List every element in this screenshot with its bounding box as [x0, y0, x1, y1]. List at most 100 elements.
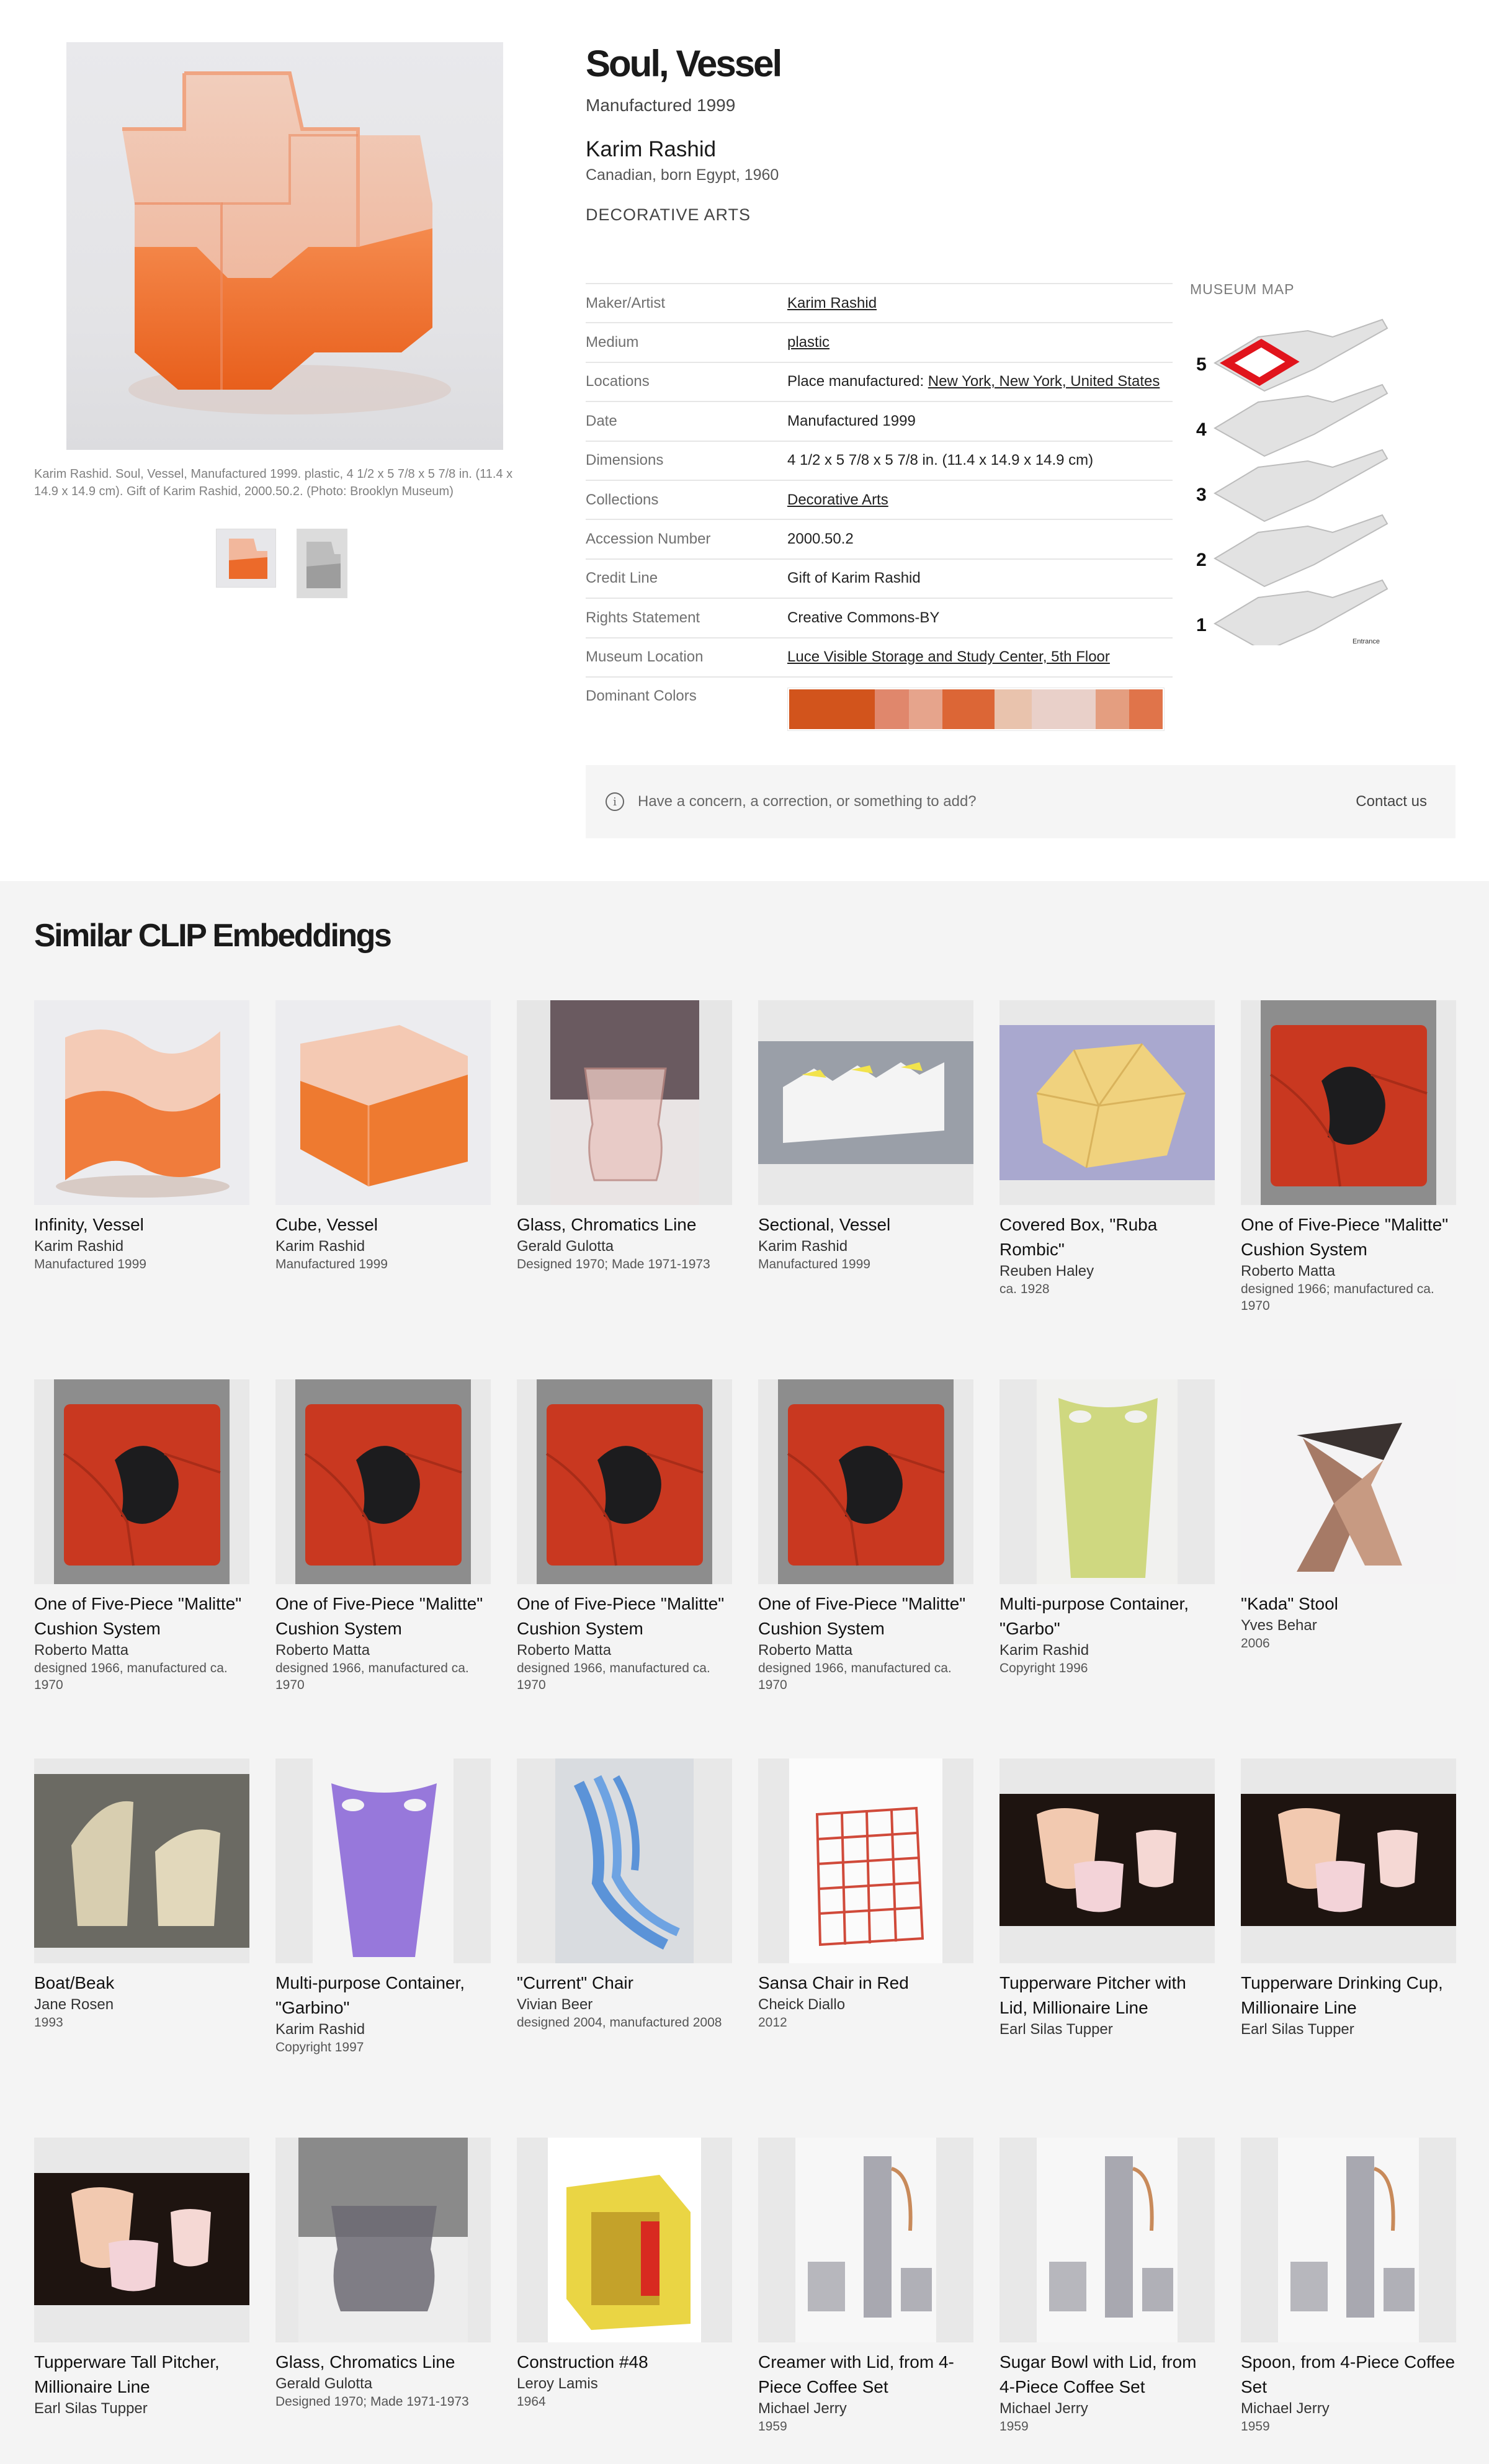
- similar-card[interactable]: Boat/Beak Jane Rosen 1993: [34, 1758, 249, 2031]
- similar-card[interactable]: Glass, Chromatics Line Gerald Gulotta Desi…: [517, 1000, 732, 1273]
- similar-card[interactable]: Multi-purpose Container, "Garbino" Karim …: [275, 1758, 491, 2056]
- similar-card-title[interactable]: Tupperware Drinking Cup, Millionaire Lin…: [1241, 1971, 1456, 2020]
- thumbnail-2[interactable]: [297, 529, 347, 598]
- similar-card-image[interactable]: [1241, 1000, 1456, 1205]
- similar-card-title[interactable]: Sectional, Vessel: [758, 1212, 973, 1237]
- similar-card-image[interactable]: [758, 1758, 973, 1963]
- info-icon: i: [606, 792, 624, 811]
- similar-card-title[interactable]: Spoon, from 4-Piece Coffee Set: [1241, 2350, 1456, 2399]
- similar-card-image[interactable]: [758, 1000, 973, 1205]
- similar-card-image[interactable]: [1241, 1758, 1456, 1963]
- similar-card[interactable]: Covered Box, "Ruba Rombic" Reuben Haley ca…: [999, 1000, 1215, 1297]
- similar-card-image[interactable]: [1241, 2138, 1456, 2342]
- similar-card[interactable]: Construction #48 Leroy Lamis 1964: [517, 2138, 732, 2410]
- floor-4[interactable]: 4: [1196, 383, 1388, 457]
- similar-card-image[interactable]: [34, 1758, 249, 1963]
- similar-card[interactable]: Multi-purpose Container, "Garbo" Karim Ra…: [999, 1379, 1215, 1677]
- similar-card-title[interactable]: One of Five-Piece "Malitte" Cushion Syst…: [1241, 1212, 1456, 1262]
- similar-card-title[interactable]: Cube, Vessel: [275, 1212, 491, 1237]
- similar-card[interactable]: "Kada" Stool Yves Behar 2006: [1241, 1379, 1456, 1652]
- floor-3[interactable]: 3: [1196, 449, 1388, 522]
- similar-card-date: 1959: [999, 2419, 1029, 2434]
- similar-card-title[interactable]: Construction #48: [517, 2350, 732, 2375]
- similar-card-title[interactable]: Creamer with Lid, from 4-Piece Coffee Se…: [758, 2350, 973, 2399]
- similar-card-title[interactable]: "Current" Chair: [517, 1971, 732, 1996]
- main-object-image[interactable]: [66, 42, 503, 450]
- similar-card[interactable]: Tupperware Tall Pitcher, Millionaire Lin…: [34, 2138, 249, 2418]
- similar-card-image[interactable]: [999, 1379, 1215, 1584]
- similar-card[interactable]: Tupperware Pitcher with Lid, Millionaire…: [999, 1758, 1215, 2039]
- similar-card-image[interactable]: [517, 2138, 732, 2342]
- similar-card-title[interactable]: Multi-purpose Container, "Garbo": [999, 1592, 1215, 1641]
- similar-card-title[interactable]: Infinity, Vessel: [34, 1212, 249, 1237]
- similar-card[interactable]: Sansa Chair in Red Cheick Diallo 2012: [758, 1758, 973, 2031]
- similar-card-image[interactable]: [517, 1379, 732, 1584]
- similar-card-date: Designed 1970; Made 1971-1973: [275, 2395, 469, 2409]
- similar-card-title[interactable]: Multi-purpose Container, "Garbino": [275, 1971, 491, 2020]
- color-swatch: [908, 689, 942, 729]
- similar-card-title[interactable]: "Kada" Stool: [1241, 1592, 1456, 1616]
- similar-card-title[interactable]: Glass, Chromatics Line: [517, 1212, 732, 1237]
- color-swatch: [875, 689, 909, 729]
- similar-card-image[interactable]: [275, 2138, 491, 2342]
- similar-card-image[interactable]: [999, 2138, 1215, 2342]
- floor-5[interactable]: 5: [1196, 318, 1388, 392]
- maker-link[interactable]: Karim Rashid: [787, 295, 877, 312]
- similar-card-image[interactable]: [758, 1379, 973, 1584]
- similar-card-title[interactable]: Sansa Chair in Red: [758, 1971, 973, 1996]
- similar-card-image[interactable]: [34, 2138, 249, 2342]
- similar-card[interactable]: Creamer with Lid, from 4-Piece Coffee Se…: [758, 2138, 973, 2435]
- similar-card[interactable]: Spoon, from 4-Piece Coffee Set Michael Je…: [1241, 2138, 1456, 2435]
- similar-card-image[interactable]: [758, 2138, 973, 2342]
- similar-card-image[interactable]: [275, 1379, 491, 1584]
- similar-card-image[interactable]: [517, 1758, 732, 1963]
- similar-card-artist: Karim Rashid: [999, 1642, 1089, 1659]
- similar-card-title[interactable]: One of Five-Piece "Malitte" Cushion Syst…: [275, 1592, 491, 1641]
- similar-card-title[interactable]: Covered Box, "Ruba Rombic": [999, 1212, 1215, 1262]
- similar-card-image[interactable]: [999, 1758, 1215, 1963]
- similar-card[interactable]: One of Five-Piece "Malitte" Cushion Syst…: [275, 1379, 491, 1693]
- floor-1[interactable]: 1 Entrance: [1196, 579, 1388, 653]
- similar-card-title[interactable]: Boat/Beak: [34, 1971, 249, 1996]
- similar-card[interactable]: Infinity, Vessel Karim Rashid Manufactured…: [34, 1000, 249, 1273]
- similar-card-title[interactable]: Glass, Chromatics Line: [275, 2350, 491, 2375]
- similar-card-title[interactable]: Sugar Bowl with Lid, from 4-Piece Coffee…: [999, 2350, 1215, 2399]
- similar-card[interactable]: Sectional, Vessel Karim Rashid Manufacture…: [758, 1000, 973, 1273]
- similar-card-title[interactable]: One of Five-Piece "Malitte" Cushion Syst…: [517, 1592, 732, 1641]
- similar-card-image[interactable]: [275, 1758, 491, 1963]
- similar-card-image[interactable]: [517, 1000, 732, 1205]
- similar-card-image[interactable]: [34, 1000, 249, 1205]
- similar-card-artist: Gerald Gulotta: [517, 1238, 614, 1255]
- similar-card[interactable]: One of Five-Piece "Malitte" Cushion Syst…: [517, 1379, 732, 1693]
- similar-card-title[interactable]: One of Five-Piece "Malitte" Cushion Syst…: [34, 1592, 249, 1641]
- medium-link[interactable]: plastic: [787, 334, 829, 351]
- similar-card-image[interactable]: [999, 1000, 1215, 1205]
- similar-card[interactable]: "Current" Chair Vivian Beer designed 2004,…: [517, 1758, 732, 2031]
- similar-card-title[interactable]: Tupperware Pitcher with Lid, Millionaire…: [999, 1971, 1215, 2020]
- thumbnail-1[interactable]: [216, 529, 276, 588]
- similar-card[interactable]: Tupperware Drinking Cup, Millionaire Lin…: [1241, 1758, 1456, 2039]
- similar-card-image[interactable]: [34, 1379, 249, 1584]
- similar-card[interactable]: One of Five-Piece "Malitte" Cushion Syst…: [1241, 1000, 1456, 1314]
- similar-card-image[interactable]: [275, 1000, 491, 1205]
- similar-card-illustration: [275, 1000, 491, 1205]
- similar-card[interactable]: Glass, Chromatics Line Gerald Gulotta Desi…: [275, 2138, 491, 2410]
- floor-number: 1: [1196, 615, 1207, 635]
- similar-card[interactable]: One of Five-Piece "Malitte" Cushion Syst…: [758, 1379, 973, 1693]
- contact-us-link[interactable]: Contact us: [1356, 793, 1427, 810]
- similar-card[interactable]: Sugar Bowl with Lid, from 4-Piece Coffee…: [999, 2138, 1215, 2435]
- similar-card-image[interactable]: [1241, 1379, 1456, 1584]
- similar-card-title[interactable]: Tupperware Tall Pitcher, Millionaire Lin…: [34, 2350, 249, 2399]
- similar-card[interactable]: One of Five-Piece "Malitte" Cushion Syst…: [34, 1379, 249, 1693]
- similar-card[interactable]: Cube, Vessel Karim Rashid Manufactured 199…: [275, 1000, 491, 1273]
- artist-name: Karim Rashid: [586, 137, 717, 161]
- similar-card-title[interactable]: One of Five-Piece "Malitte" Cushion Syst…: [758, 1592, 973, 1641]
- museum-location-link[interactable]: Luce Visible Storage and Study Center, 5…: [787, 648, 1110, 666]
- detail-label: Dimensions: [586, 452, 664, 469]
- museum-map[interactable]: 5 4 3 2 1 Entrance: [1190, 310, 1395, 653]
- collections-link[interactable]: Decorative Arts: [787, 491, 888, 509]
- similar-card-illustration: [758, 1000, 973, 1205]
- locations-link[interactable]: New York, New York, United States: [928, 373, 1160, 390]
- floor-2[interactable]: 2: [1196, 514, 1388, 588]
- color-swatch: [995, 689, 1032, 729]
